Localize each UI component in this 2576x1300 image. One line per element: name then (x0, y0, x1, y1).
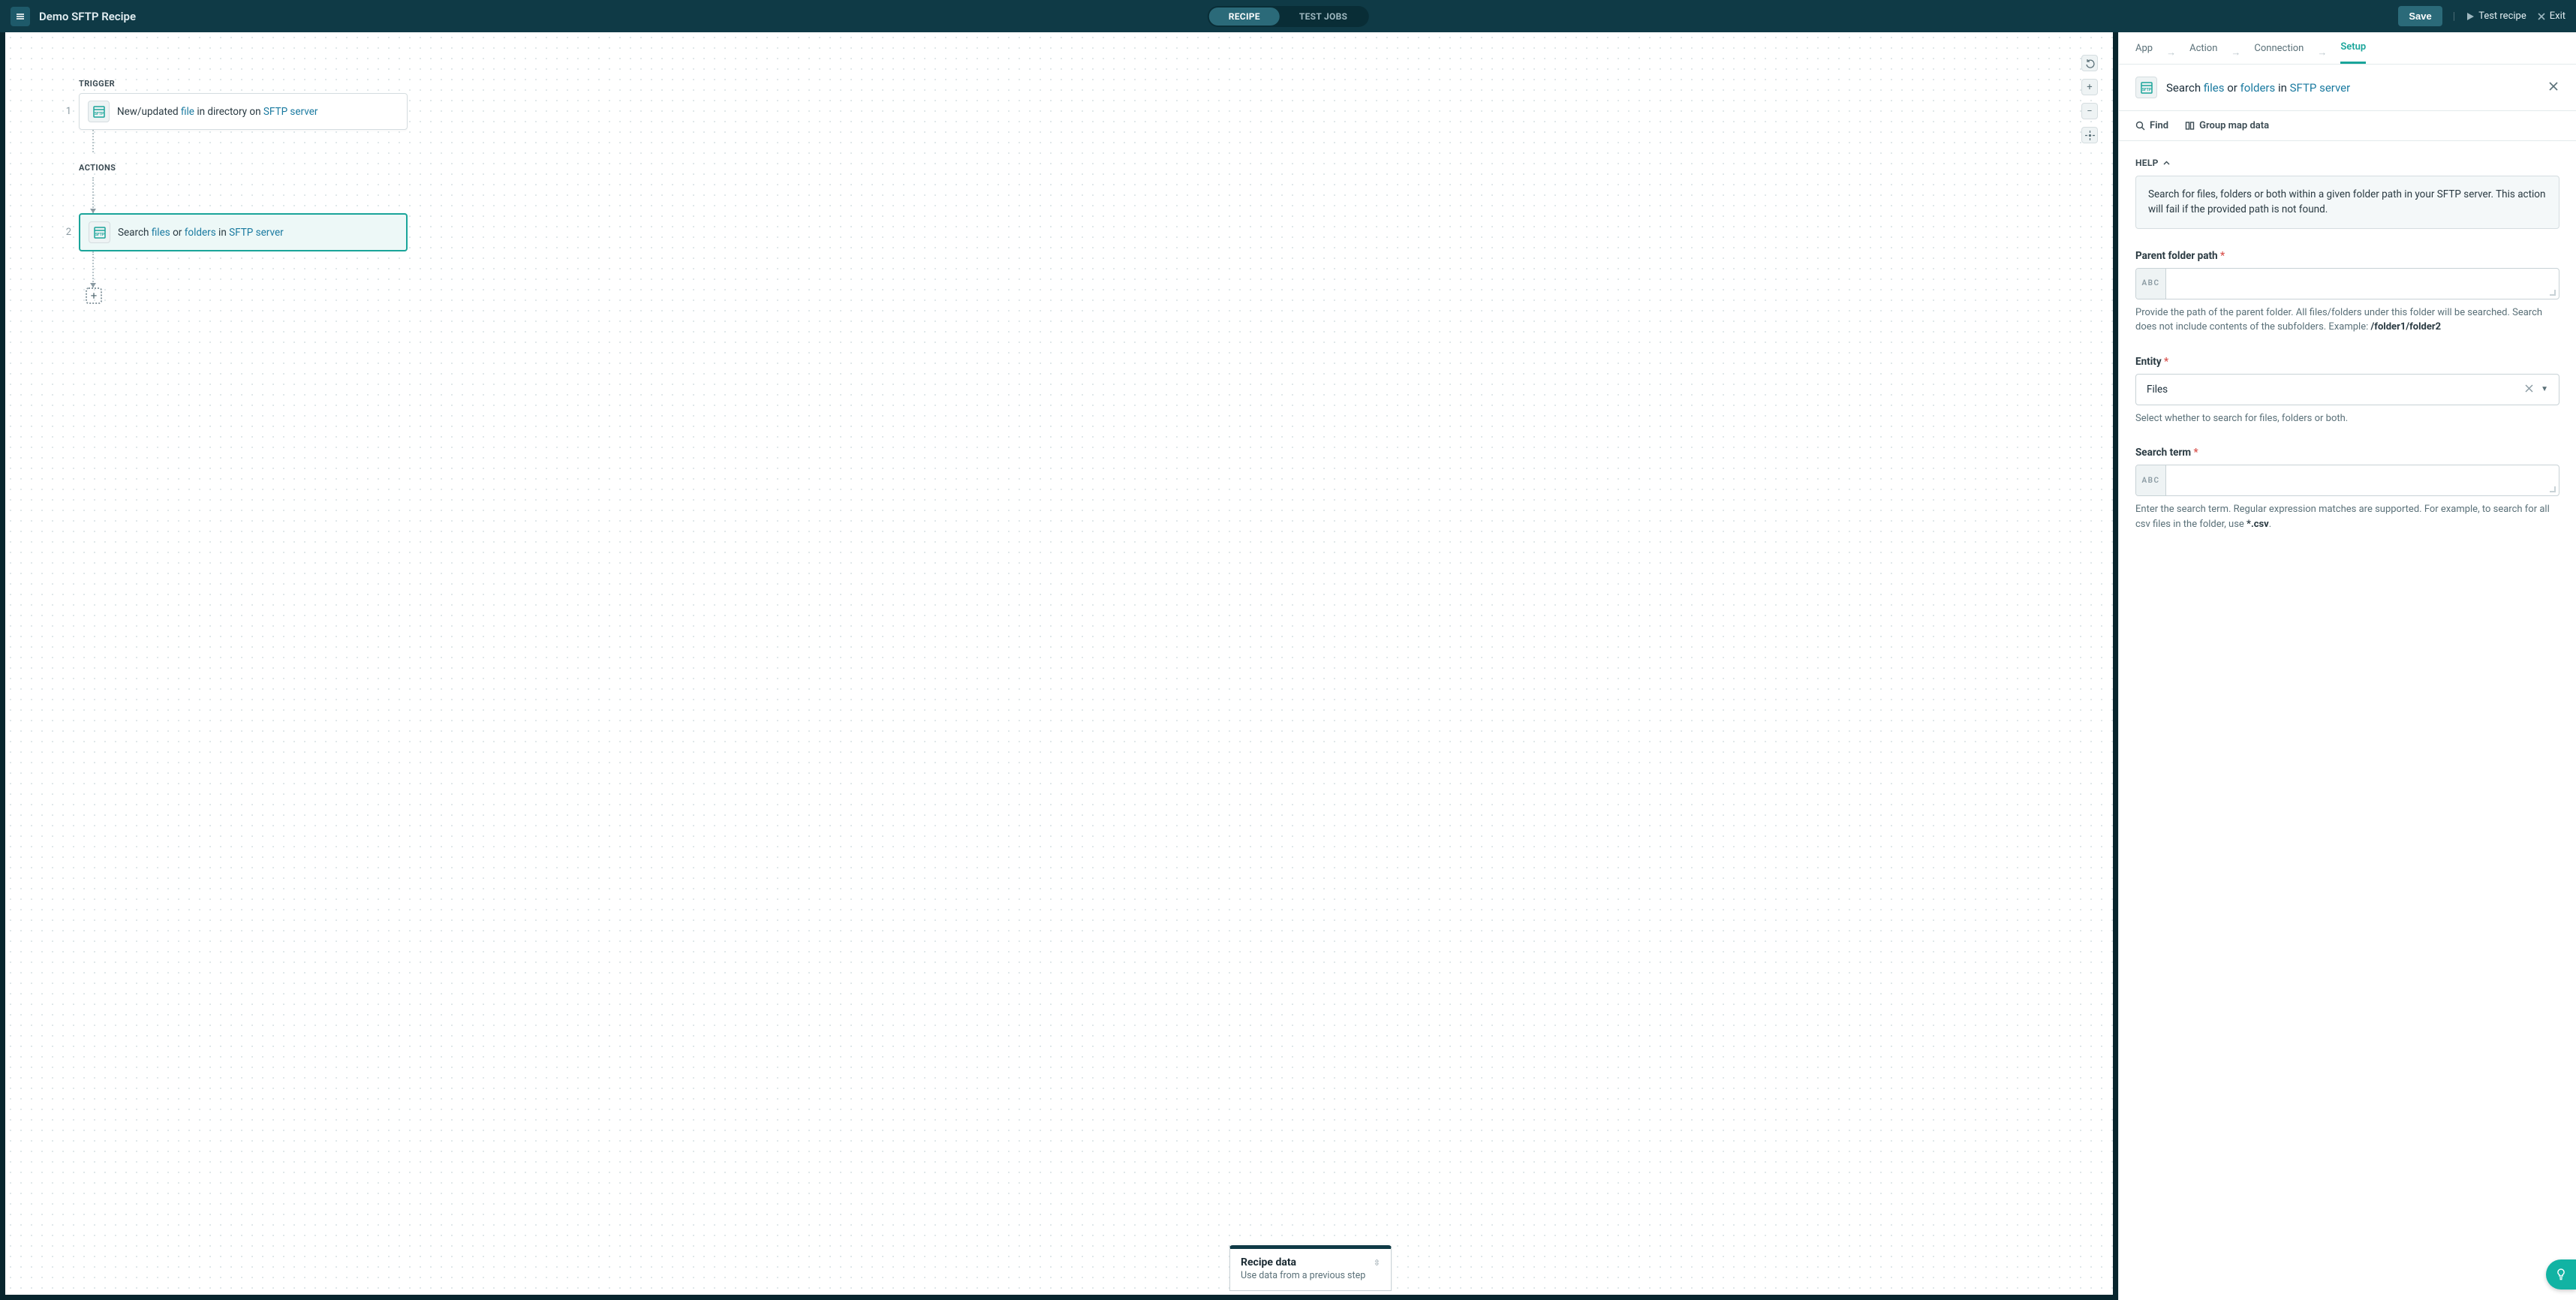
divider: | (2453, 11, 2455, 23)
close-icon (2537, 12, 2546, 21)
arrow-down-icon (90, 283, 96, 287)
chevron-right-icon: → (2231, 47, 2240, 59)
chevron-right-icon: → (2166, 47, 2176, 59)
trigger-label: TRIGGER (79, 79, 408, 89)
minus-icon: − (2087, 106, 2092, 117)
top-bar: Demo SFTP Recipe RECIPE TEST JOBS Save |… (0, 0, 2576, 32)
find-button[interactable]: Find (2135, 120, 2168, 131)
canvas-toolbox: + − (2081, 55, 2098, 143)
search-term-help: Enter the search term. Regular expressio… (2135, 502, 2559, 531)
action-step-card[interactable]: SFTP Search files or folders in SFTP ser… (79, 213, 408, 251)
entity-help: Select whether to search for files, fold… (2135, 411, 2559, 426)
parent-folder-label: Parent folder path * (2135, 250, 2559, 262)
add-step-button[interactable]: + (86, 287, 102, 304)
svg-text:SFTP: SFTP (94, 112, 104, 116)
zoom-out-button[interactable]: − (2081, 103, 2098, 119)
entity-clear-button[interactable] (2525, 384, 2533, 396)
group-map-button[interactable]: Group map data (2185, 120, 2269, 131)
arrow-down-icon (90, 209, 96, 213)
close-icon (2547, 80, 2559, 92)
menu-icon (15, 11, 26, 22)
trigger-step-text: New/updated file in directory on SFTP se… (117, 106, 317, 118)
target-icon (2085, 131, 2095, 140)
trigger-step-card[interactable]: SFTP New/updated file in directory on SF… (79, 93, 408, 130)
recipe-data-subtitle: Use data from a previous step (1241, 1270, 1380, 1281)
save-button[interactable]: Save (2398, 6, 2442, 26)
help-box: Search for files, folders or both within… (2135, 176, 2559, 229)
action-step-text: Search files or folders in SFTP server (118, 227, 284, 239)
resize-handle-icon[interactable] (2550, 290, 2556, 296)
panel-header: SFTP Search files or folders in SFTP ser… (2119, 65, 2576, 111)
chevron-down-icon: ▼ (2541, 385, 2548, 393)
search-term-input[interactable] (2166, 465, 2559, 495)
search-term-label: Search term * (2135, 447, 2559, 459)
sftp-icon: SFTP (88, 101, 110, 122)
exit-label: Exit (2550, 11, 2565, 22)
help-fab[interactable] (2546, 1259, 2576, 1289)
find-label: Find (2150, 120, 2168, 131)
actions-label: ACTIONS (79, 163, 408, 173)
tab-setup[interactable]: Setup (2340, 41, 2366, 64)
panel-subbar: Find Group map data (2119, 111, 2576, 141)
parent-folder-help: Provide the path of the parent folder. A… (2135, 305, 2559, 335)
help-toggle[interactable]: HELP (2135, 158, 2559, 168)
test-recipe-button[interactable]: Test recipe (2466, 11, 2526, 22)
sftp-icon: SFTP (2135, 77, 2157, 98)
parent-folder-input[interactable] (2166, 269, 2559, 299)
parent-folder-input-wrap: ABC (2135, 268, 2559, 299)
breadcrumb-tabs: App → Action → Connection → Setup (2119, 32, 2576, 65)
plus-icon: + (2087, 82, 2092, 93)
view-segment: RECIPE TEST JOBS (1208, 6, 1369, 27)
help-label-text: HELP (2135, 158, 2159, 168)
svg-text:SFTP: SFTP (2141, 88, 2151, 92)
recipe-data-panel[interactable]: Recipe data Use data from a previous ste… (1229, 1245, 1392, 1291)
undo-icon (2085, 59, 2095, 68)
connector (92, 130, 94, 152)
entity-label: Entity * (2135, 356, 2559, 368)
expand-icon: ⇳ (1374, 1258, 1380, 1268)
recipe-data-title: Recipe data (1241, 1256, 1380, 1268)
chevron-right-icon: → (2317, 47, 2327, 59)
lightbulb-icon (2554, 1268, 2568, 1281)
exit-button[interactable]: Exit (2537, 11, 2565, 22)
recipe-title: Demo SFTP Recipe (39, 10, 136, 23)
tab-test-jobs[interactable]: TEST JOBS (1280, 8, 1367, 26)
tab-app[interactable]: App (2135, 43, 2153, 63)
svg-text:SFTP: SFTP (95, 233, 104, 237)
tab-connection[interactable]: Connection (2254, 43, 2304, 63)
menu-button[interactable] (11, 7, 30, 26)
close-panel-button[interactable] (2547, 80, 2559, 95)
columns-icon (2185, 121, 2195, 131)
test-recipe-label: Test recipe (2478, 11, 2526, 22)
close-icon (2525, 384, 2533, 393)
fit-view-button[interactable] (2081, 127, 2098, 143)
step-number: 2 (55, 227, 71, 238)
undo-button[interactable] (2081, 55, 2098, 71)
type-indicator: ABC (2136, 269, 2166, 299)
sftp-icon: SFTP (89, 221, 110, 243)
panel-title: Search files or folders in SFTP server (2166, 81, 2350, 95)
play-icon (2466, 12, 2475, 21)
connector (92, 251, 94, 287)
entity-select[interactable]: Files ▼ (2135, 374, 2559, 405)
resize-handle-icon[interactable] (2550, 486, 2556, 492)
search-icon (2135, 121, 2145, 131)
step-number: 1 (55, 106, 71, 117)
canvas[interactable]: + − TRIGGER 1 SFTP New/updated file in d… (0, 32, 2118, 1300)
zoom-in-button[interactable]: + (2081, 79, 2098, 95)
connector (92, 177, 94, 213)
tab-recipe[interactable]: RECIPE (1209, 8, 1280, 26)
setup-panel: App → Action → Connection → Setup SFTP S… (2118, 32, 2576, 1300)
chevron-up-icon (2163, 160, 2170, 167)
tab-action[interactable]: Action (2189, 43, 2217, 63)
search-term-input-wrap: ABC (2135, 465, 2559, 496)
plus-icon: + (91, 289, 98, 302)
entity-value: Files (2147, 384, 2525, 396)
group-label: Group map data (2199, 120, 2269, 131)
type-indicator: ABC (2136, 465, 2166, 495)
